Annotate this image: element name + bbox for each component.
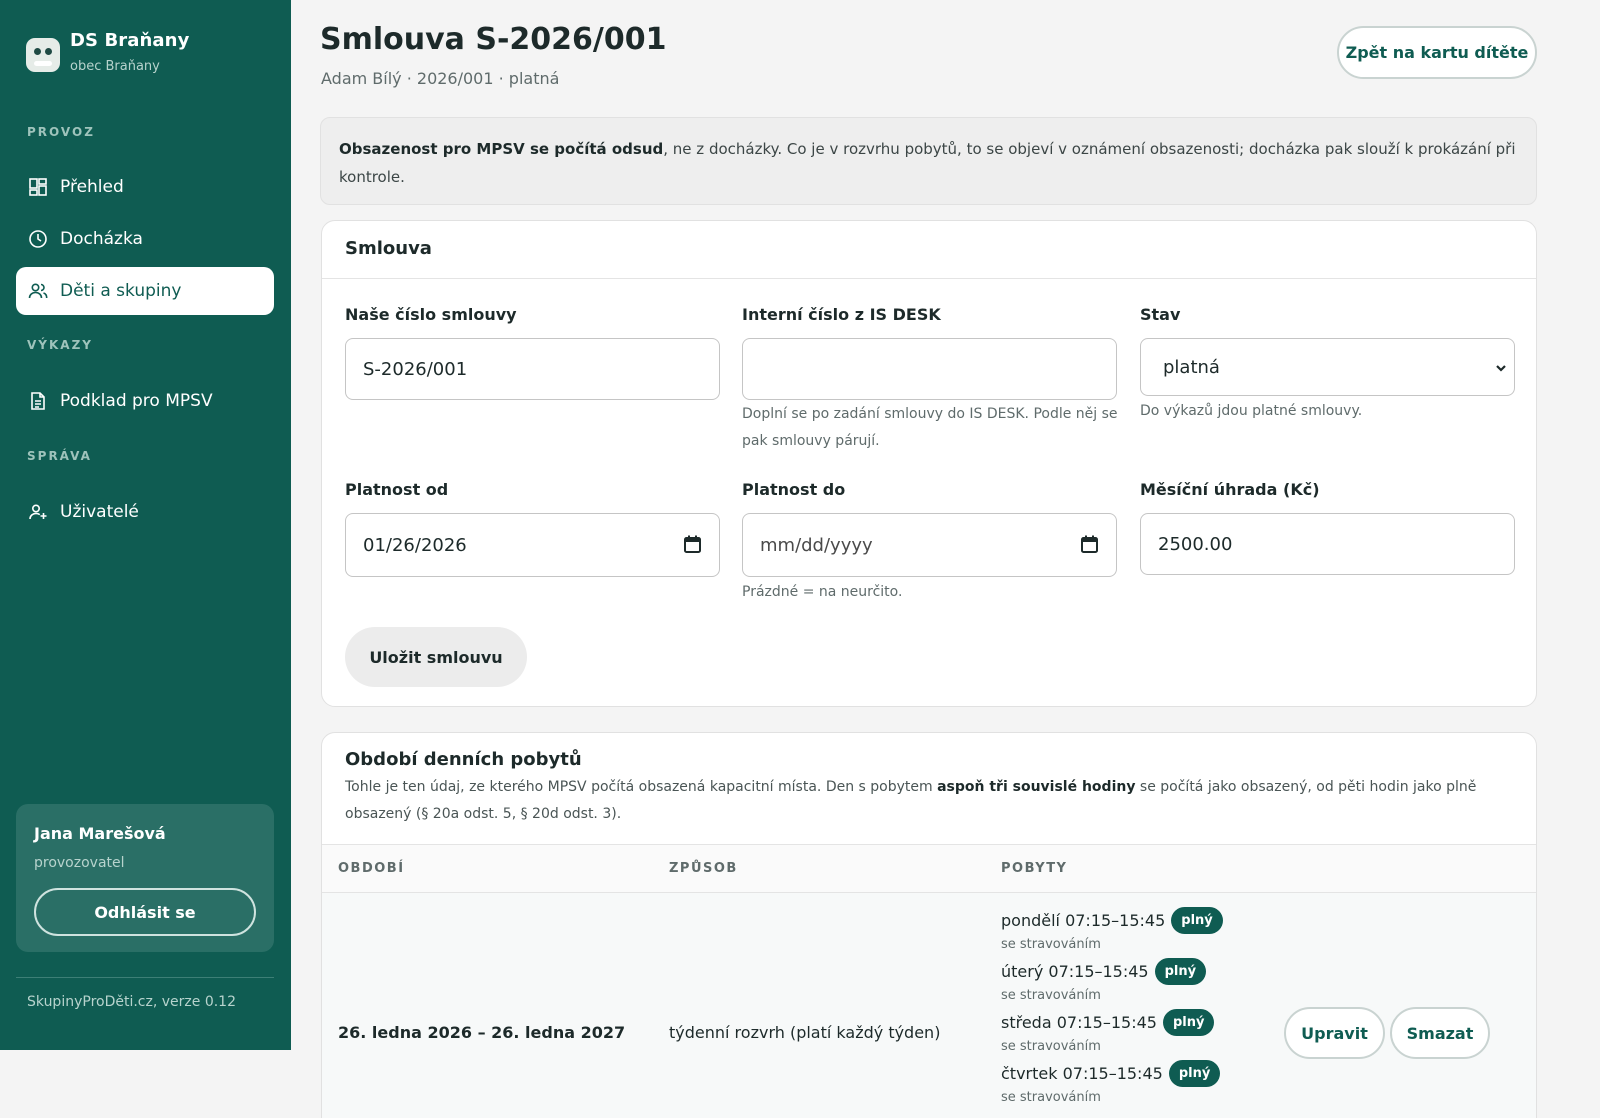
contract-number-value: S-2026/001 bbox=[363, 358, 468, 380]
column-header-period: OBDOBÍ bbox=[338, 861, 405, 876]
contract-card-title: Smlouva bbox=[322, 221, 1536, 279]
document-icon bbox=[28, 391, 48, 411]
sidebar-item-label: Podklad pro MPSV bbox=[60, 391, 213, 411]
logout-button[interactable]: Odhlásit se bbox=[34, 888, 256, 936]
user-add-icon bbox=[28, 502, 48, 522]
sidebar: DS Braňany obec Braňany PROVOZ Přehled D… bbox=[0, 0, 291, 1050]
user-role: provozovatel bbox=[34, 855, 125, 871]
page-title: Smlouva S-2026/001 bbox=[320, 22, 667, 57]
delete-period-button[interactable]: Smazat bbox=[1390, 1007, 1490, 1059]
app: DS Braňany obec Braňany PROVOZ Přehled D… bbox=[0, 0, 1600, 1118]
periods-table-header: OBDOBÍ ZPŮSOB POBYTY bbox=[322, 845, 1536, 893]
section-label-provoz: PROVOZ bbox=[27, 125, 95, 139]
internal-number-help: Doplní se po zadání smlouvy do IS DESK. … bbox=[742, 406, 1118, 449]
sidebar-item-prehled[interactable]: Přehled bbox=[16, 163, 274, 211]
contract-number-input[interactable]: S-2026/001 bbox=[345, 338, 720, 400]
stays-list: pondělí 07:15–15:45 plný se stravováním ú… bbox=[1001, 905, 1223, 1109]
users-icon bbox=[28, 281, 48, 301]
notice-bold: Obsazenost pro MPSV se počítá odsud bbox=[339, 140, 664, 158]
sidebar-item-label: Děti a skupiny bbox=[60, 281, 182, 301]
dashboard-icon bbox=[28, 177, 48, 197]
status-selected-value: platná bbox=[1163, 356, 1220, 378]
brand-subtitle: obec Braňany bbox=[70, 59, 160, 74]
valid-to-input[interactable]: mm/dd/yyyy bbox=[742, 513, 1117, 577]
valid-from-input[interactable]: 01/26/2026 bbox=[345, 513, 720, 577]
page-subtitle: Adam Bílý · 2026/001 · platná bbox=[321, 69, 560, 88]
status-select[interactable]: platná bbox=[1140, 338, 1515, 396]
sidebar-item-podklad[interactable]: Podklad pro MPSV bbox=[16, 377, 274, 425]
table-row: 26. ledna 2026 – 26. ledna 2027 týdenní … bbox=[322, 893, 1536, 1118]
sidebar-item-label: Uživatelé bbox=[60, 502, 139, 522]
app-version: SkupinyProDěti.cz, verze 0.12 bbox=[27, 994, 236, 1010]
list-item: čtvrtek 07:15–15:45 plný se stravováním bbox=[1001, 1058, 1223, 1109]
valid-to-placeholder: mm/dd/yyyy bbox=[760, 534, 873, 556]
sidebar-item-deti[interactable]: Děti a skupiny bbox=[16, 267, 274, 315]
internal-number-input[interactable] bbox=[742, 338, 1117, 400]
clock-icon bbox=[28, 229, 48, 249]
back-to-child-button[interactable]: Zpět na kartu dítěte bbox=[1337, 26, 1537, 79]
user-name: Jana Marešová bbox=[34, 824, 166, 843]
full-badge: plný bbox=[1154, 957, 1207, 985]
valid-to-help: Prázdné = na neurčito. bbox=[742, 584, 903, 600]
section-label-vykazy: VÝKAZY bbox=[27, 338, 93, 352]
internal-number-label: Interní číslo z IS DESK bbox=[742, 305, 941, 324]
brand-logo-icon bbox=[26, 38, 60, 72]
chevron-down-icon bbox=[1496, 365, 1506, 372]
brand-name: DS Braňany bbox=[70, 30, 190, 51]
monthly-fee-value: 2500.00 bbox=[1158, 533, 1233, 555]
user-card: Jana Marešová provozovatel Odhlásit se bbox=[16, 804, 274, 952]
list-item: středa 07:15–15:45 plný se stravováním bbox=[1001, 1007, 1223, 1058]
sidebar-divider bbox=[16, 977, 274, 978]
list-item: úterý 07:15–15:45 plný se stravováním bbox=[1001, 956, 1223, 1007]
save-contract-button[interactable]: Uložit smlouvu bbox=[345, 627, 527, 687]
period-mode: týdenní rozvrh (platí každý týden) bbox=[669, 1023, 941, 1042]
full-badge: plný bbox=[1168, 1059, 1221, 1087]
periods-card: Období denních pobytů Tohle je ten údaj,… bbox=[321, 732, 1537, 1118]
calendar-icon[interactable] bbox=[1081, 535, 1098, 553]
monthly-fee-input[interactable]: 2500.00 bbox=[1140, 513, 1515, 575]
contract-card: Smlouva Naše číslo smlouvy S-2026/001 In… bbox=[321, 220, 1537, 707]
valid-to-label: Platnost do bbox=[742, 480, 846, 499]
sidebar-item-label: Docházka bbox=[60, 229, 143, 249]
list-item: pondělí 07:15–15:45 plný se stravováním bbox=[1001, 905, 1223, 956]
sidebar-item-uzivatele[interactable]: Uživatelé bbox=[16, 488, 274, 536]
valid-from-label: Platnost od bbox=[345, 480, 449, 499]
full-badge: plný bbox=[1162, 1008, 1215, 1036]
column-header-stays: POBYTY bbox=[1001, 861, 1068, 876]
contract-number-label: Naše číslo smlouvy bbox=[345, 305, 517, 324]
column-header-mode: ZPŮSOB bbox=[669, 861, 738, 876]
monthly-fee-label: Měsíční úhrada (Kč) bbox=[1140, 480, 1320, 499]
sidebar-item-dochazka[interactable]: Docházka bbox=[16, 215, 274, 263]
sidebar-item-label: Přehled bbox=[60, 177, 124, 197]
info-notice: Obsazenost pro MPSV se počítá odsud, ne … bbox=[320, 117, 1537, 205]
valid-from-value: 01/26/2026 bbox=[363, 534, 467, 556]
period-range: 26. ledna 2026 – 26. ledna 2027 bbox=[338, 1023, 626, 1042]
periods-description: Tohle je ten údaj, ze kterého MPSV počít… bbox=[345, 779, 1477, 822]
status-help: Do výkazů jdou platné smlouvy. bbox=[1140, 403, 1363, 419]
calendar-icon[interactable] bbox=[684, 535, 701, 553]
brand[interactable]: DS Braňany obec Braňany bbox=[26, 30, 189, 74]
full-badge: plný bbox=[1171, 906, 1223, 934]
status-label: Stav bbox=[1140, 305, 1181, 324]
periods-title: Období denních pobytů bbox=[345, 749, 582, 770]
edit-period-button[interactable]: Upravit bbox=[1284, 1007, 1385, 1059]
section-label-sprava: SPRÁVA bbox=[27, 449, 92, 463]
